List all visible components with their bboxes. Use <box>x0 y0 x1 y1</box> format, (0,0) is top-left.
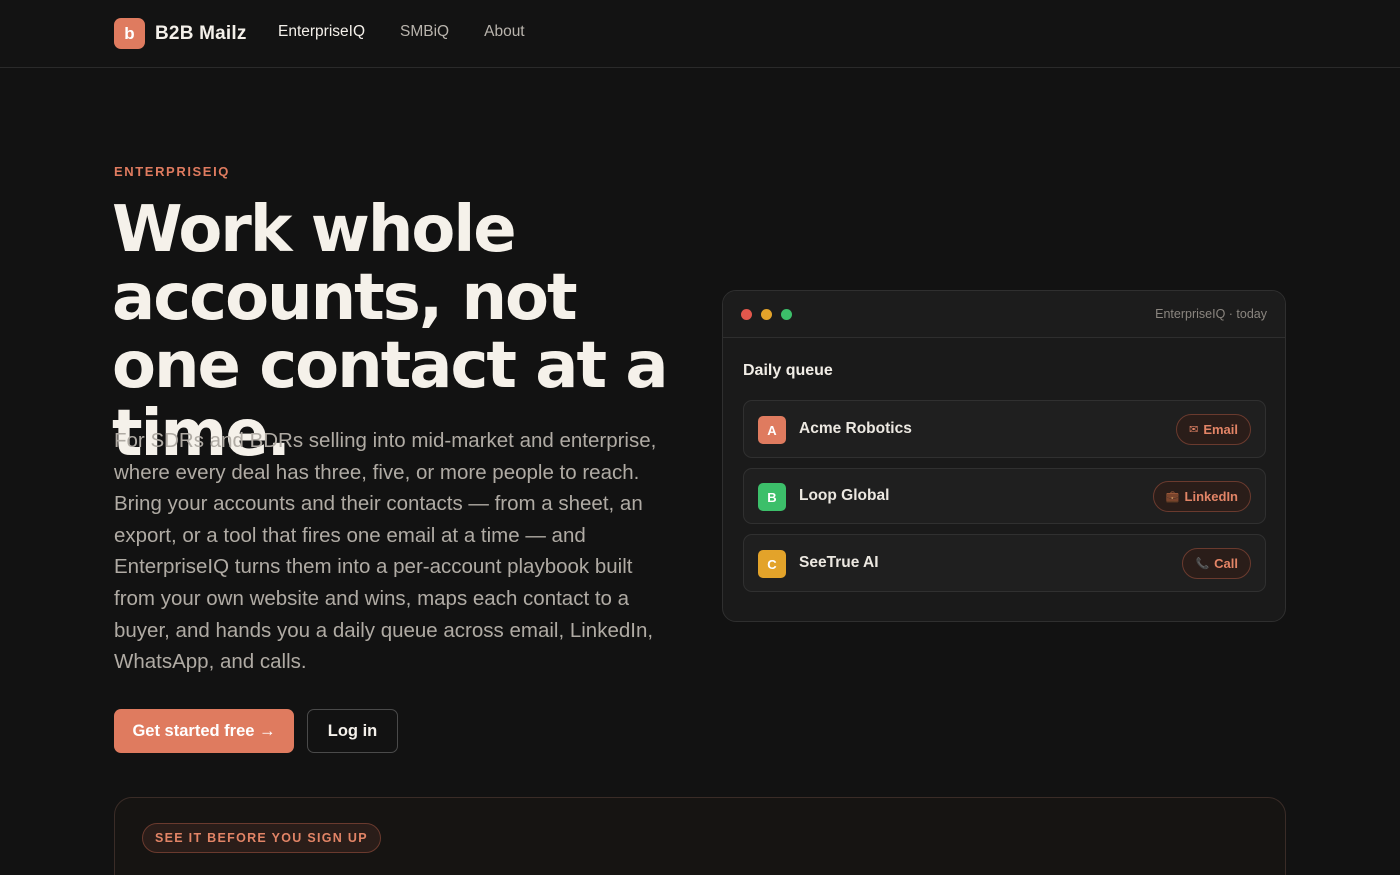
account-avatar: A <box>758 416 786 444</box>
daily-queue-title: Daily queue <box>743 362 833 379</box>
window-close-dot-icon <box>741 309 752 320</box>
nav-link-enterpriseiq[interactable]: EnterpriseIQ <box>278 23 365 41</box>
brand-logo-link[interactable]: b B2B Mailz <box>114 18 247 49</box>
nav-links: EnterpriseIQ SMBiQ About <box>278 23 525 41</box>
phone-icon: 📞 <box>1195 558 1210 570</box>
briefcase-icon: 💼 <box>1165 491 1180 503</box>
queue-item: B Loop Global 💼 LinkedIn <box>743 468 1266 524</box>
channel-label: LinkedIn <box>1184 489 1238 504</box>
window-minimize-dot-icon <box>761 309 772 320</box>
app-preview-window: EnterpriseIQ · today Daily queue A Acme … <box>722 290 1286 622</box>
account-name: SeeTrue AI <box>799 554 879 571</box>
account-name: Acme Robotics <box>799 420 912 437</box>
account-name: Loop Global <box>799 487 890 504</box>
queue-item: C SeeTrue AI 📞 Call <box>743 534 1266 592</box>
top-nav: b B2B Mailz EnterpriseIQ SMBiQ About <box>0 0 1400 68</box>
nav-link-about[interactable]: About <box>484 23 525 41</box>
brand-name: B2B Mailz <box>155 22 247 44</box>
brand-mark-icon: b <box>114 18 145 49</box>
nav-link-smbiq[interactable]: SMBiQ <box>400 23 449 41</box>
channel-label: Call <box>1214 556 1238 571</box>
channel-badge-linkedin: 💼 LinkedIn <box>1152 481 1251 512</box>
get-started-button[interactable]: Get started free → <box>114 709 294 753</box>
envelope-icon: ✉ <box>1189 424 1199 436</box>
window-title: EnterpriseIQ · today <box>1155 307 1267 321</box>
queue-item: A Acme Robotics ✉ Email <box>743 400 1266 458</box>
channel-label: Email <box>1203 422 1238 437</box>
see-it-pill: SEE IT BEFORE YOU SIGN UP <box>142 823 381 853</box>
channel-badge-email: ✉ Email <box>1176 414 1251 445</box>
channel-badge-call: 📞 Call <box>1182 548 1251 579</box>
preview-panel: SEE IT BEFORE YOU SIGN UP <box>114 797 1286 875</box>
account-avatar: C <box>758 550 786 578</box>
hero-eyebrow: ENTERPRISEIQ <box>114 164 230 179</box>
window-maximize-dot-icon <box>781 309 792 320</box>
hero-description: For SDRs and BDRs selling into mid-marke… <box>114 429 657 674</box>
window-title-bar: EnterpriseIQ · today <box>723 291 1285 338</box>
log-in-button[interactable]: Log in <box>307 709 398 753</box>
account-avatar: B <box>758 483 786 511</box>
